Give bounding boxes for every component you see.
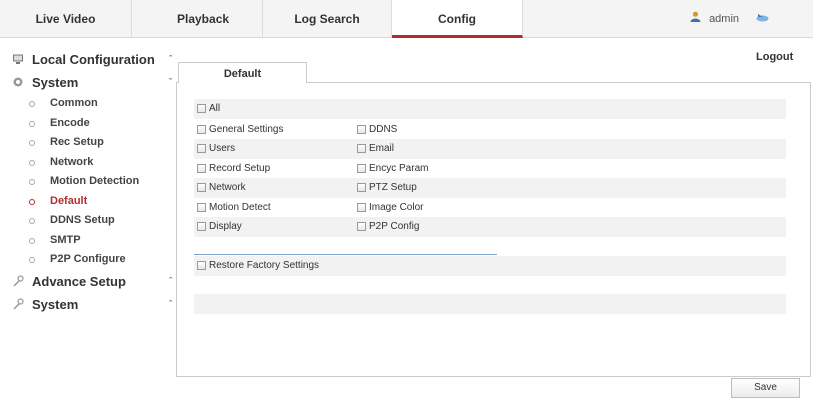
save-button[interactable]: Save xyxy=(731,378,800,398)
option-row: Motion Detect Image Color xyxy=(194,198,786,218)
username-label: admin xyxy=(709,13,740,25)
checkbox-motion-detect[interactable] xyxy=(197,203,206,212)
checkbox-email[interactable] xyxy=(357,144,366,153)
tab-live-video[interactable]: Live Video xyxy=(0,0,132,38)
bullet-icon xyxy=(29,257,35,263)
logout-label: Logout xyxy=(756,51,794,64)
option-row: Display P2P Config xyxy=(194,217,786,237)
checkbox-label: Encyc Param xyxy=(369,163,429,174)
checkbox-general-settings[interactable] xyxy=(197,125,206,134)
sidebar-item-network[interactable]: Network xyxy=(6,153,176,173)
checkbox-image-color[interactable] xyxy=(357,203,366,212)
sidebar-local-configuration[interactable]: Local Configuration ˆ xyxy=(6,48,176,71)
empty-row xyxy=(194,294,786,314)
user-icon xyxy=(690,0,701,38)
checkbox-label: Network xyxy=(209,182,246,193)
top-nav-bar: Live Video Playback Log Search Config ad… xyxy=(0,0,813,63)
sidebar-item-encode[interactable]: Encode xyxy=(6,114,176,134)
option-row: Users Email xyxy=(194,139,786,159)
checkbox-label: Email xyxy=(369,143,395,154)
checkbox-label: Image Color xyxy=(369,202,424,213)
checkbox-record-setup[interactable] xyxy=(197,164,206,173)
sidebar-item-p2p-configure[interactable]: P2P Configure xyxy=(6,250,176,270)
sidebar-system-label: System xyxy=(32,75,79,90)
sidebar-advance-setup-label: Advance Setup xyxy=(32,273,126,289)
sidebar-local-configuration-label: Local Configuration xyxy=(32,52,155,67)
checkbox-label: DDNS xyxy=(369,124,398,135)
checkbox-label: Record Setup xyxy=(209,163,271,174)
wrench-icon xyxy=(13,297,24,310)
tab-log-search[interactable]: Log Search xyxy=(263,0,392,38)
sidebar-item-motion-detection[interactable]: Motion Detection xyxy=(6,172,176,192)
sidebar-item-ddns-setup[interactable]: DDNS Setup xyxy=(6,211,176,231)
checkbox-label: PTZ Setup xyxy=(369,182,417,193)
checkbox-encyc-param[interactable] xyxy=(357,164,366,173)
user-info: admin xyxy=(690,0,739,38)
option-row-restore: Restore Factory Settings xyxy=(194,256,786,276)
tab-default[interactable]: Default xyxy=(178,62,307,83)
sidebar-item-label: DDNS Setup xyxy=(50,214,115,226)
sidebar-system-2-label: System xyxy=(32,296,79,312)
bullet-icon xyxy=(29,179,35,185)
checkbox-all[interactable] xyxy=(197,104,206,113)
sidebar-advance-setup[interactable]: Advance Setup ˆ xyxy=(6,270,176,293)
checkbox-p2p-config[interactable] xyxy=(357,222,366,231)
checkbox-users[interactable] xyxy=(197,144,206,153)
sidebar-item-label: Default xyxy=(50,194,88,207)
bullet-icon xyxy=(29,159,35,166)
sidebar-item-common[interactable]: Common xyxy=(6,94,176,114)
option-row: General Settings DDNS xyxy=(194,120,786,140)
option-row-all: All xyxy=(194,99,786,119)
checkbox-label: Display xyxy=(209,221,242,232)
bullet-icon xyxy=(29,237,35,244)
logout-link[interactable]: Logout xyxy=(756,0,813,63)
sidebar-item-label: P2P Configure xyxy=(50,253,126,265)
tab-playback[interactable]: Playback xyxy=(132,0,263,38)
bullet-icon xyxy=(29,198,35,205)
bullet-icon xyxy=(29,101,35,107)
gear-icon xyxy=(13,77,23,87)
chevron-up-icon: ˆ xyxy=(169,298,172,309)
checkbox-ddns[interactable] xyxy=(357,125,366,134)
sidebar: Local Configuration ˆ System ˇ Common En… xyxy=(6,48,176,316)
chevron-down-icon: ˇ xyxy=(169,77,172,87)
chevron-up-icon: ˆ xyxy=(169,54,172,64)
checkbox-label: Motion Detect xyxy=(209,202,271,213)
bullet-icon xyxy=(29,120,35,127)
sidebar-item-default[interactable]: Default xyxy=(6,192,176,212)
chevron-up-icon: ˆ xyxy=(169,275,172,286)
sidebar-item-label: Network xyxy=(50,155,94,168)
sidebar-item-label: Encode xyxy=(50,116,90,129)
section-divider xyxy=(194,254,497,255)
monitor-icon xyxy=(13,54,23,64)
checkbox-label: Users xyxy=(209,143,236,154)
sidebar-item-label: Rec Setup xyxy=(50,136,104,148)
bullet-icon xyxy=(29,218,35,224)
checkbox-display[interactable] xyxy=(197,222,206,231)
sidebar-item-label: SMTP xyxy=(50,233,81,246)
option-row: Network PTZ Setup xyxy=(194,178,786,198)
checkbox-label: Restore Factory Settings xyxy=(209,260,320,271)
sidebar-system[interactable]: System ˇ xyxy=(6,71,176,94)
sidebar-system-2[interactable]: System ˆ xyxy=(6,293,176,316)
checkbox-label: P2P Config xyxy=(369,221,420,232)
sidebar-item-label: Common xyxy=(50,97,98,109)
sidebar-item-smtp[interactable]: SMTP xyxy=(6,231,176,251)
checkbox-ptz-setup[interactable] xyxy=(357,183,366,192)
option-row: Record Setup Encyc Param xyxy=(194,159,786,179)
checkbox-network[interactable] xyxy=(197,183,206,192)
sidebar-item-rec-setup[interactable]: Rec Setup xyxy=(6,133,176,153)
checkbox-label: All xyxy=(209,103,221,114)
tab-config[interactable]: Config xyxy=(392,0,523,38)
checkbox-label: General Settings xyxy=(209,124,284,135)
checkbox-restore-factory[interactable] xyxy=(197,261,206,270)
wrench-icon xyxy=(13,274,24,287)
logout-icon xyxy=(756,0,769,38)
bullet-icon xyxy=(29,140,35,146)
sidebar-item-label: Motion Detection xyxy=(50,175,140,187)
